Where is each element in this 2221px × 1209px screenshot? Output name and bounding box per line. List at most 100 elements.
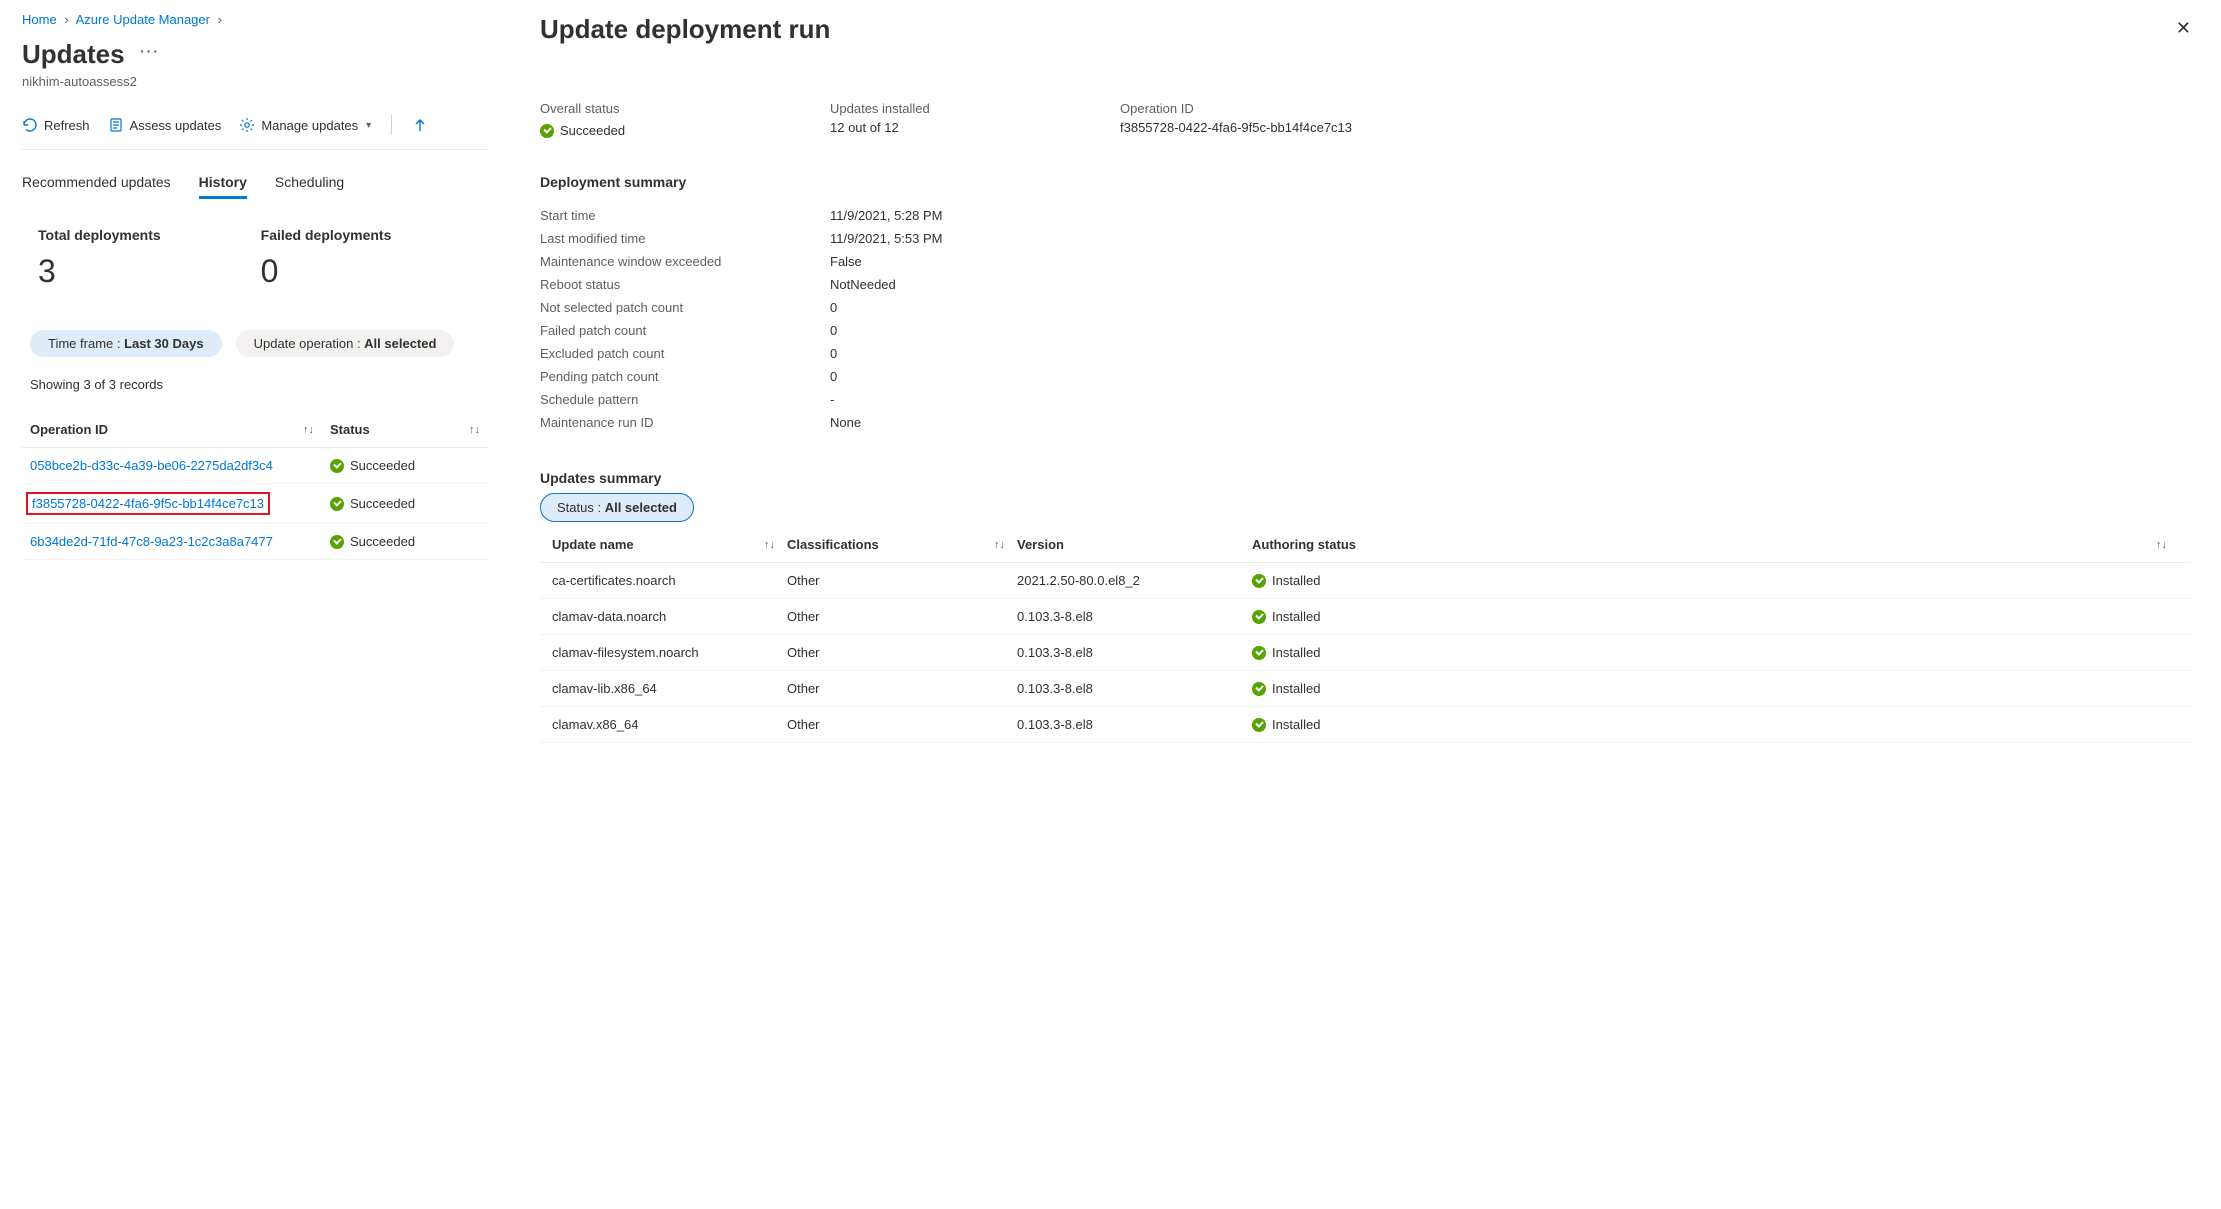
summary-key: Failed patch count <box>540 323 830 338</box>
operation-id-link[interactable]: 058bce2b-d33c-4a39-be06-2275da2df3c4 <box>30 458 273 473</box>
col-header-update-name[interactable]: Update name ↑↓ <box>552 537 787 552</box>
sort-icon: ↑↓ <box>303 424 314 436</box>
summary-row: Pending patch count0 <box>540 365 2191 388</box>
success-icon <box>330 535 344 549</box>
summary-key: Pending patch count <box>540 369 830 384</box>
summary-key: Not selected patch count <box>540 300 830 315</box>
operation-id-link[interactable]: 6b34de2d-71fd-47c8-9a23-1c2c3a8a7477 <box>30 534 273 549</box>
panel-title: Update deployment run <box>540 14 2191 45</box>
assess-updates-button[interactable]: Assess updates <box>108 117 222 133</box>
operation-id-link[interactable]: f3855728-0422-4fa6-9f5c-bb14f4ce7c13 <box>32 496 264 511</box>
tab-history[interactable]: History <box>199 174 247 199</box>
status-cell: Succeeded <box>330 534 415 549</box>
success-icon <box>1252 718 1266 732</box>
stat-failed-label: Failed deployments <box>261 227 392 243</box>
more-icon[interactable]: ··· <box>139 40 159 63</box>
col-header-operation-id[interactable]: Operation ID ↑↓ <box>30 422 330 437</box>
chevron-right-icon: › <box>64 12 68 27</box>
close-button[interactable]: ✕ <box>2176 18 2191 39</box>
table-row[interactable]: clamav-filesystem.noarchOther0.103.3-8.e… <box>540 635 2191 671</box>
update-classification: Other <box>787 609 1017 624</box>
sort-icon: ↑↓ <box>2156 539 2167 551</box>
update-name: clamav-filesystem.noarch <box>552 645 787 660</box>
toolbar-separator <box>391 115 392 135</box>
arrow-up-icon <box>412 117 428 133</box>
summary-key: Excluded patch count <box>540 346 830 361</box>
summary-value: 0 <box>830 346 837 361</box>
toolbar: Refresh Assess updates Manage updates ▾ <box>22 107 488 150</box>
update-name: clamav-lib.x86_64 <box>552 681 787 696</box>
sort-icon: ↑↓ <box>764 539 775 551</box>
table-row[interactable]: clamav.x86_64Other0.103.3-8.el8Installed <box>540 707 2191 743</box>
summary-key: Maintenance window exceeded <box>540 254 830 269</box>
filter-status-value: All selected <box>605 500 677 515</box>
tab-recommended[interactable]: Recommended updates <box>22 174 171 199</box>
summary-row: Maintenance window exceededFalse <box>540 250 2191 273</box>
summary-value: 0 <box>830 369 837 384</box>
table-row[interactable]: clamav-data.noarchOther0.103.3-8.el8Inst… <box>540 599 2191 635</box>
close-icon: ✕ <box>2176 18 2191 38</box>
chevron-down-icon: ▾ <box>366 120 371 131</box>
breadcrumb-home[interactable]: Home <box>22 12 57 27</box>
filter-status[interactable]: Status : All selected <box>540 493 694 522</box>
summary-row: Maintenance run IDNone <box>540 411 2191 434</box>
overall-status-label: Overall status <box>540 101 830 116</box>
summary-key: Maintenance run ID <box>540 415 830 430</box>
stat-total-label: Total deployments <box>38 227 161 243</box>
update-classification: Other <box>787 681 1017 696</box>
refresh-button[interactable]: Refresh <box>22 117 90 133</box>
summary-row: Not selected patch count0 <box>540 296 2191 319</box>
summary-value: 0 <box>830 300 837 315</box>
stat-total-value: 3 <box>38 253 161 290</box>
deployment-summary-heading: Deployment summary <box>540 174 2191 190</box>
update-name: ca-certificates.noarch <box>552 573 787 588</box>
clipboard-icon <box>108 117 124 133</box>
page-title: Updates <box>22 39 125 70</box>
summary-key: Last modified time <box>540 231 830 246</box>
col-header-classifications[interactable]: Classifications ↑↓ <box>787 537 1017 552</box>
tab-scheduling[interactable]: Scheduling <box>275 174 344 199</box>
gear-icon <box>239 117 255 133</box>
operations-table: Operation ID ↑↓ Status ↑↓ 058bce2b-d33c-… <box>22 412 488 560</box>
sort-icon: ↑↓ <box>469 424 480 436</box>
manage-updates-button[interactable]: Manage updates ▾ <box>239 117 371 133</box>
table-row[interactable]: 058bce2b-d33c-4a39-be06-2275da2df3c4Succ… <box>22 448 488 484</box>
success-icon <box>1252 610 1266 624</box>
table-row[interactable]: clamav-lib.x86_64Other0.103.3-8.el8Insta… <box>540 671 2191 707</box>
chevron-right-icon: › <box>218 12 222 27</box>
summary-row: Failed patch count0 <box>540 319 2191 342</box>
updates-summary-heading: Updates summary <box>540 470 2191 486</box>
stat-failed: Failed deployments 0 <box>261 227 392 290</box>
update-name: clamav.x86_64 <box>552 717 787 732</box>
breadcrumb-aum[interactable]: Azure Update Manager <box>76 12 210 27</box>
table-row[interactable]: 6b34de2d-71fd-47c8-9a23-1c2c3a8a7477 Succ… <box>22 524 488 560</box>
success-icon <box>540 124 554 138</box>
update-name: clamav-data.noarch <box>552 609 787 624</box>
success-icon <box>1252 682 1266 696</box>
col-header-authoring-status[interactable]: Authoring status ↑↓ <box>1252 537 2179 552</box>
update-classification: Other <box>787 717 1017 732</box>
table-row[interactable]: ca-certificates.noarchOther2021.2.50-80.… <box>540 563 2191 599</box>
authoring-status: Installed <box>1252 645 2179 660</box>
tabs: Recommended updates History Scheduling <box>22 174 488 199</box>
upload-button[interactable] <box>412 117 428 133</box>
filter-timeframe[interactable]: Time frame : Last 30 Days <box>30 330 222 357</box>
filter-updateop[interactable]: Update operation : All selected <box>236 330 455 357</box>
summary-row: Schedule pattern- <box>540 388 2191 411</box>
col-header-status[interactable]: Status ↑↓ <box>330 422 480 437</box>
manage-label: Manage updates <box>261 118 358 133</box>
summary-row: Start time11/9/2021, 5:28 PM <box>540 204 2191 227</box>
update-version: 0.103.3-8.el8 <box>1017 681 1252 696</box>
sort-icon: ↑↓ <box>994 539 1005 551</box>
col-header-version[interactable]: Version <box>1017 537 1252 552</box>
records-count: Showing 3 of 3 records <box>22 377 488 392</box>
summary-row: Last modified time11/9/2021, 5:53 PM <box>540 227 2191 250</box>
update-version: 0.103.3-8.el8 <box>1017 717 1252 732</box>
refresh-icon <box>22 117 38 133</box>
stat-failed-value: 0 <box>261 253 392 290</box>
operation-id-label: Operation ID <box>1120 101 2191 116</box>
table-row[interactable]: f3855728-0422-4fa6-9f5c-bb14f4ce7c13Succ… <box>22 484 488 524</box>
filter-updateop-label: Update operation : <box>254 336 365 351</box>
update-classification: Other <box>787 573 1017 588</box>
summary-row: Excluded patch count0 <box>540 342 2191 365</box>
